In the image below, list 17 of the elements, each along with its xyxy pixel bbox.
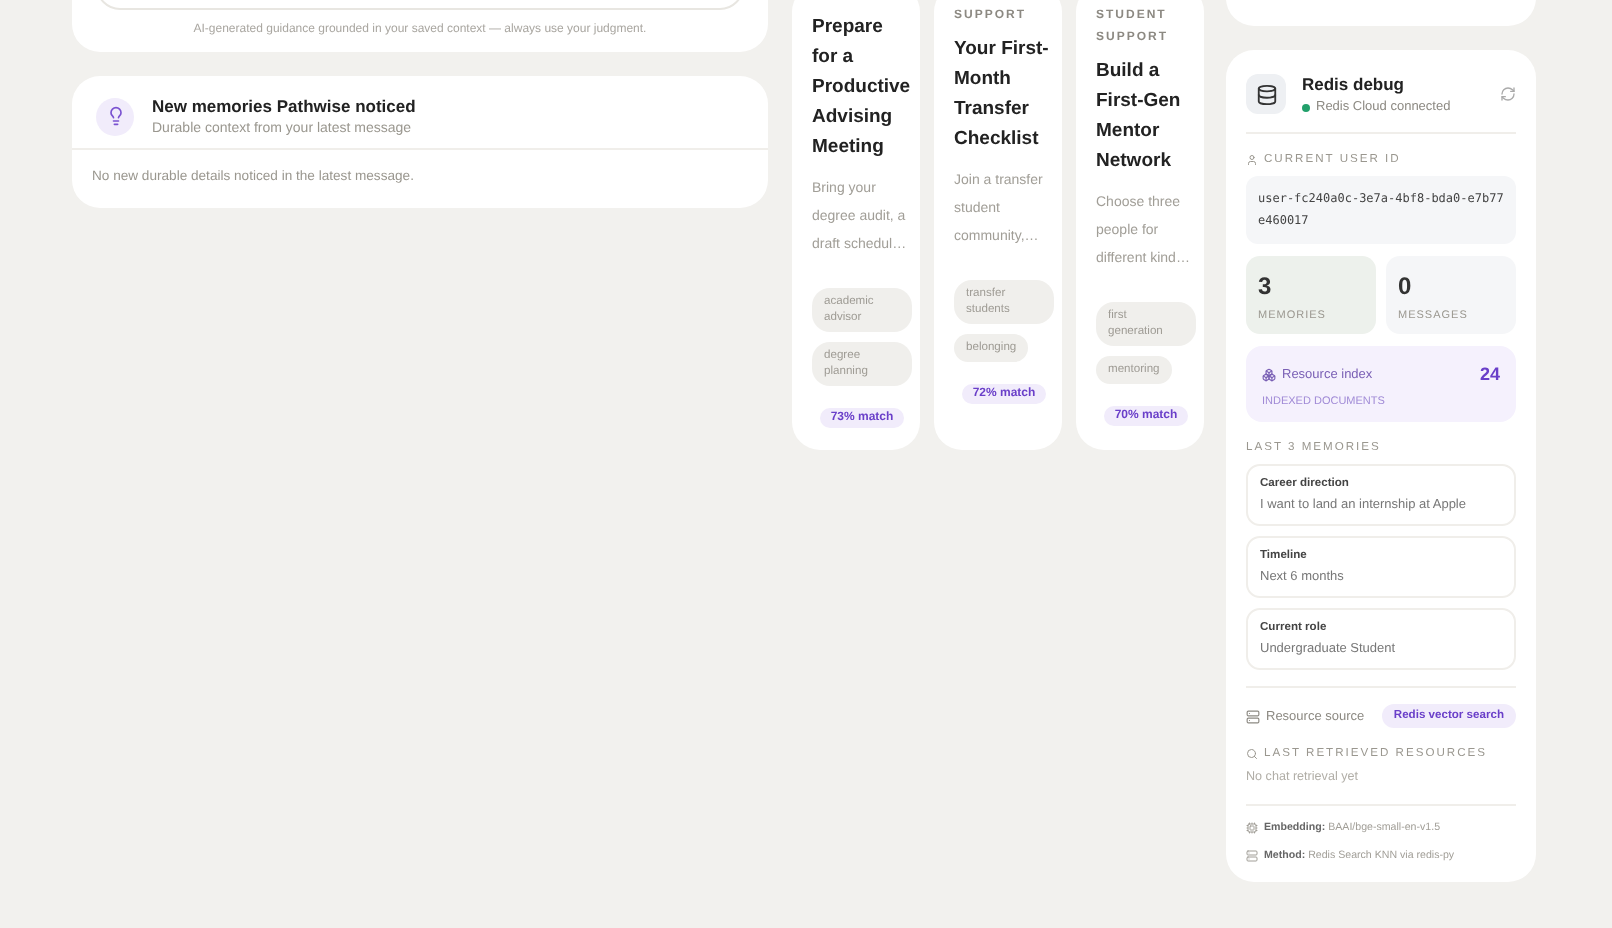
refresh-icon[interactable] [1500,86,1516,102]
cube-icon [1262,367,1276,381]
card-title: New memories Pathwise noticed [152,96,416,116]
panel-title: Redis debug [1302,74,1407,94]
server-icon [1246,709,1260,723]
lightbulb-icon [96,97,134,135]
resource-title: Build a First-Gen Mentor Network [1096,58,1183,176]
stat-value: 3 [1258,272,1274,300]
search-icon [1246,748,1258,760]
index-count: 24 [1479,364,1500,384]
database-icon [1246,74,1286,114]
stat-value: 0 [1398,272,1414,300]
resource-title: Prepare for a Productive Advising Meeting [812,14,912,162]
chip-icon [1246,822,1258,834]
server-icon [1246,850,1258,862]
user-icon [1246,154,1258,166]
resource-title: Your First-Month Transfer Checklist [954,36,1051,154]
